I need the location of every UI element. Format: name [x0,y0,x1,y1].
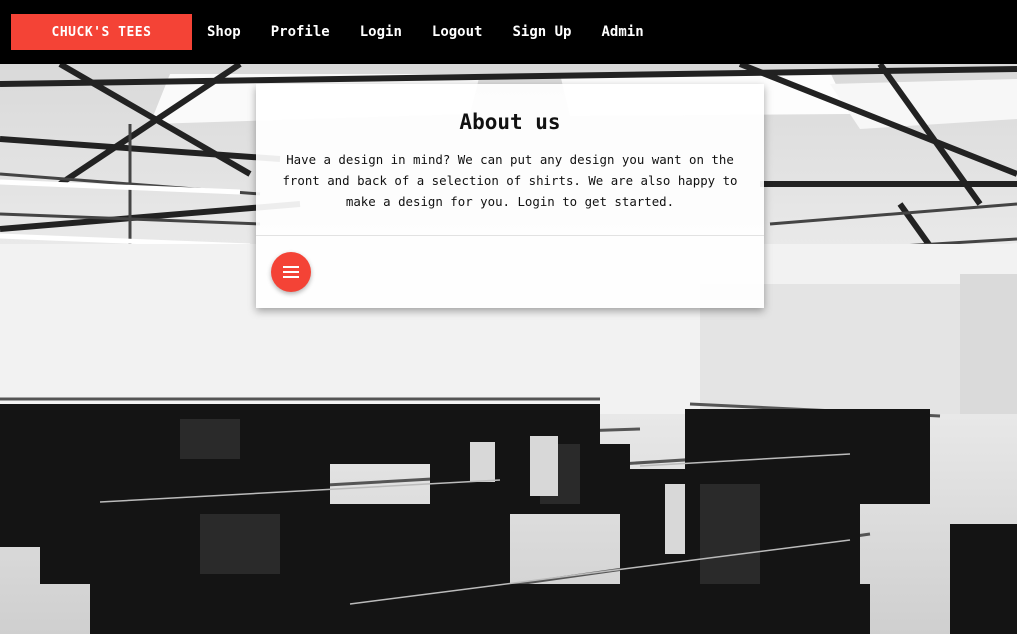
menu-button[interactable] [271,252,311,292]
top-navbar: CHUCK'S TEES Shop Profile Login Logout S… [0,0,1017,64]
menu-icon [283,266,299,278]
brand-logo-button[interactable]: CHUCK'S TEES [11,14,192,50]
about-text: Have a design in mind? We can put any de… [282,152,738,209]
about-card: About us Have a design in mind? We can p… [256,84,764,308]
nav-link-admin[interactable]: Admin [586,0,658,64]
nav-link-profile[interactable]: Profile [256,0,345,64]
nav-link-signup[interactable]: Sign Up [497,0,586,64]
nav-links: Shop Profile Login Logout Sign Up Admin [192,0,659,64]
nav-link-login[interactable]: Login [345,0,417,64]
about-title: About us [459,110,561,134]
nav-link-logout[interactable]: Logout [417,0,498,64]
card-divider [256,235,764,236]
nav-link-shop[interactable]: Shop [192,0,256,64]
